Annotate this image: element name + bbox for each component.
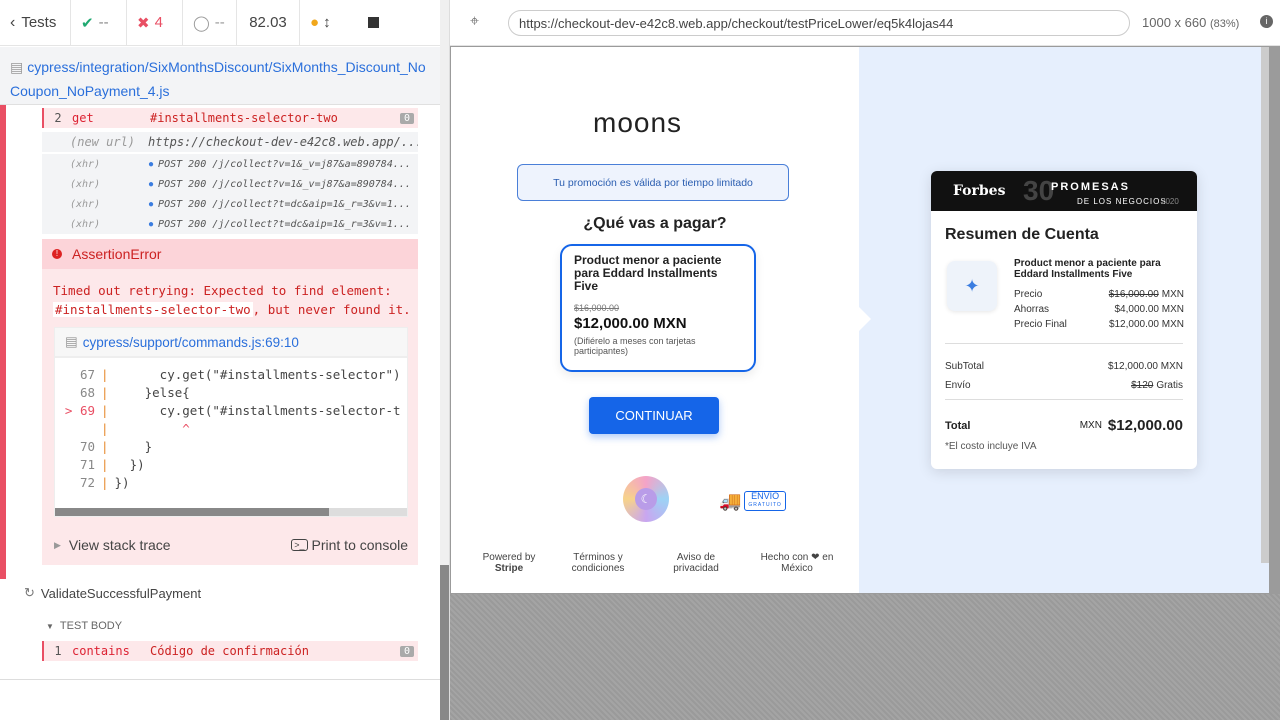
code-line: 72 |}) <box>79 475 130 490</box>
test-body-toggle[interactable]: ▼ TEST BODY <box>46 620 122 632</box>
failed-count: ✖ 4 <box>127 0 183 46</box>
passed-count: ✔ -- <box>71 0 127 46</box>
code-line: 70 | } <box>79 439 153 454</box>
duration: 82.03 <box>237 0 300 46</box>
test-validate-successful-payment[interactable]: ↻ ValidateSuccessfulPayment <box>24 585 201 601</box>
code-line: | ^ <box>101 421 190 436</box>
tests-button[interactable]: ‹ Tests <box>0 0 71 46</box>
code-line: 68 | }else{ <box>79 385 190 400</box>
url-input[interactable]: https://checkout-dev-e42c8.web.app/check… <box>508 10 1130 36</box>
xhr-dot-icon: ● <box>148 218 155 230</box>
running-indicator[interactable]: ● ↕ <box>300 0 350 46</box>
count-badge: 0 <box>399 112 414 124</box>
stop-icon <box>367 17 379 28</box>
free-shipping-badge: 🚚 ENVÍO GRATUITO <box>719 487 799 515</box>
print-to-console[interactable]: Print to console <box>312 537 409 553</box>
code-line: 71 | }) <box>79 457 145 472</box>
info-icon[interactable]: i <box>1260 15 1273 28</box>
truck-icon: 🚚 <box>719 490 742 511</box>
viewport-scrollbar[interactable] <box>1261 47 1269 563</box>
moons-seal-icon: ☾ <box>623 476 669 522</box>
total-row: Total MXN $12,000.00 <box>945 417 1183 434</box>
refresh-icon: ↻ <box>24 585 35 600</box>
reporter-header: ‹ Tests ✔ -- ✖ 4 ◯ -- 82.03 ● ↕ <box>0 0 449 46</box>
spec-path[interactable]: ▤ cypress/integration/SixMonthsDiscount/S… <box>0 47 440 105</box>
crosshair-icon[interactable]: ⌖ <box>470 13 479 31</box>
pending-count: ◯ -- <box>183 0 237 46</box>
code-file-link[interactable]: ▤ cypress/support/commands.js:69:10 <box>54 327 408 357</box>
terminal-icon: >_ <box>291 539 308 551</box>
checkout-page: moons Tu promoción es válida por tiempo … <box>451 47 1269 593</box>
url-bar: ⌖ https://checkout-dev-e42c8.web.app/che… <box>450 0 1280 46</box>
xhr-dot-icon: ● <box>148 158 155 170</box>
app-preview: ⌖ https://checkout-dev-e42c8.web.app/che… <box>450 0 1280 720</box>
file-icon: ▤ <box>10 59 24 75</box>
command-row-xhr[interactable]: (xhr) ● POST 200 /j/collect?t=dc&aip=1&_… <box>42 214 418 234</box>
xhr-dot-icon: ● <box>148 198 155 210</box>
command-row-get[interactable]: 2 get #installments-selector-two 0 <box>42 108 418 128</box>
iva-note: *El costo incluye IVA <box>945 441 1037 452</box>
error-icon: ! <box>52 249 62 259</box>
continue-button[interactable]: CONTINUAR <box>589 397 719 434</box>
price-breakdown: Precio $16,000.00 MXN Ahorras $4,000.00 MXN… <box>1014 289 1184 330</box>
summary-title: Resumen de Cuenta <box>945 226 1099 243</box>
check-icon: ✔ <box>81 14 94 32</box>
caret-down-icon: ▼ <box>46 621 54 631</box>
forbes-banner: Forbes 30 PROMESAS DE LOS NEGOCIOS 2020 <box>931 171 1197 211</box>
item-title: Product menor a paciente para Eddard Ins… <box>1014 258 1161 280</box>
divider <box>945 399 1183 400</box>
pending-circle-icon: ◯ <box>193 14 210 32</box>
resize-icon: ↕ <box>323 14 331 31</box>
error-message: Timed out retrying: Expected to find ele… <box>53 283 411 317</box>
viewport-size: 1000 x 660 (83%) <box>1142 15 1240 30</box>
x-icon: ✖ <box>137 14 150 32</box>
promo-banner: Tu promoción es válida por tiempo limita… <box>517 164 789 201</box>
summary-card: Forbes 30 PROMESAS DE LOS NEGOCIOS 2020 … <box>931 171 1197 469</box>
reporter-panel: ‹ Tests ✔ -- ✖ 4 ◯ -- 82.03 ● ↕ ▤ cypress… <box>0 0 450 720</box>
xhr-dot-icon: ● <box>148 178 155 190</box>
chevron-left-icon: ‹ <box>10 13 16 31</box>
code-line: 67 | cy.get("#installments-selector") <box>79 367 401 382</box>
stop-button[interactable] <box>350 0 396 46</box>
footer-powered-by[interactable]: Powered by Stripe <box>469 552 549 574</box>
command-row-new-url[interactable]: (new url) https://checkout-dev-e42c8.web… <box>42 132 418 152</box>
file-icon: ▤ <box>65 334 78 349</box>
reporter-scroll-thumb[interactable] <box>440 565 449 720</box>
command-row-contains[interactable]: 1 contains Código de confirmación 0 <box>42 641 418 661</box>
failed-test-indicator <box>0 105 6 579</box>
error-actions: ▶ View stack trace >_ Print to console <box>54 535 408 555</box>
totals-section: SubTotal $12,000.00 MXN Envío $120 Gratis <box>945 361 1183 391</box>
command-row-xhr[interactable]: (xhr) ● POST 200 /j/collect?v=1&_v=j87&a… <box>42 174 418 194</box>
dot-icon: ● <box>310 14 320 31</box>
summary-panel: Forbes 30 PROMESAS DE LOS NEGOCIOS 2020 … <box>859 47 1269 593</box>
error-header: ! AssertionError <box>42 239 418 269</box>
viewport-background <box>450 594 1280 720</box>
tests-label: Tests <box>21 14 57 31</box>
view-stack-trace[interactable]: View stack trace <box>69 537 171 553</box>
footer-privacy[interactable]: Aviso de privacidad <box>657 552 735 574</box>
code-frame: 67 | cy.get("#installments-selector") 68 |… <box>54 357 408 517</box>
footer-made-in-mexico: Hecho con ❤ en México <box>760 552 834 574</box>
installment-option-card[interactable]: Product menor a paciente para Eddard Ins… <box>560 244 756 372</box>
command-log: 2 get #installments-selector-two 0 (new … <box>0 105 440 720</box>
error-title: AssertionError <box>72 246 162 262</box>
question-heading: ¿Qué vas a pagar? <box>583 215 727 232</box>
caret-right-icon: ▶ <box>54 539 61 550</box>
code-line-highlight: > 69 | cy.get("#installments-selector-t <box>64 403 401 418</box>
checkout-main: moons Tu promoción es válida por tiempo … <box>451 47 859 593</box>
code-scrollbar[interactable] <box>55 508 407 516</box>
count-badge: 0 <box>399 645 414 657</box>
moons-logo: moons <box>593 107 683 138</box>
arrow-pointer <box>859 307 871 331</box>
footer-terms[interactable]: Términos y condiciones <box>559 552 637 574</box>
product-thumbnail: ✦ <box>947 261 997 311</box>
error-selector: #installments-selector-two <box>53 302 253 317</box>
command-row-xhr[interactable]: (xhr) ● POST 200 /j/collect?t=dc&aip=1&_… <box>42 194 418 214</box>
divider <box>0 679 440 680</box>
divider <box>945 343 1183 344</box>
command-row-xhr[interactable]: (xhr) ● POST 200 /j/collect?v=1&_v=j87&a… <box>42 154 418 174</box>
